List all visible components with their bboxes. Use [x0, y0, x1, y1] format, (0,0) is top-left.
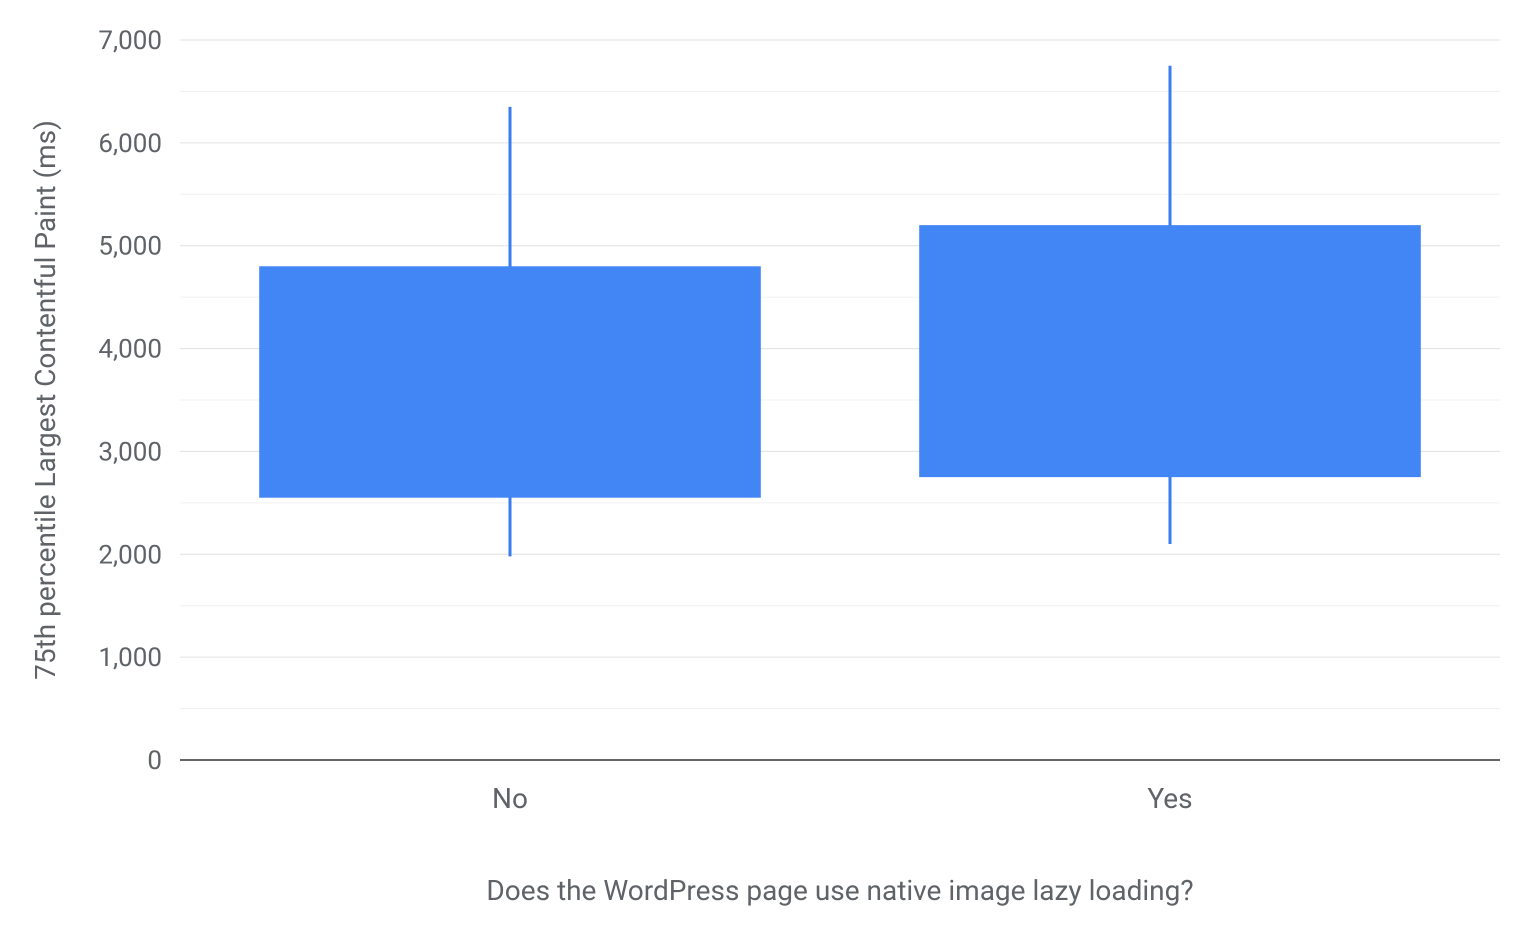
y-tick-label: 7,000 — [98, 26, 162, 56]
boxplot-chart: 0 1,000 2,000 3,000 4,000 5,000 6,000 7,000 No Ye… — [0, 0, 1540, 940]
box — [259, 266, 761, 497]
y-tick-label: 4,000 — [98, 335, 162, 365]
x-axis-title: Does the WordPress page use native image… — [486, 874, 1193, 907]
y-tick-label: 2,000 — [98, 540, 162, 570]
box — [919, 225, 1421, 477]
y-axis-title: 75th percentile Largest Contentful Paint… — [29, 120, 62, 680]
y-tick-label: 0 — [147, 746, 162, 776]
x-category-label: No — [492, 782, 528, 815]
y-tick-label: 3,000 — [98, 437, 162, 467]
y-tick-label: 6,000 — [98, 129, 162, 159]
x-category-label: Yes — [1147, 782, 1192, 815]
y-tick-label: 1,000 — [98, 643, 162, 673]
chart-svg: 0 1,000 2,000 3,000 4,000 5,000 6,000 7,000 No Ye… — [0, 0, 1540, 940]
y-tick-label: 5,000 — [98, 232, 162, 262]
